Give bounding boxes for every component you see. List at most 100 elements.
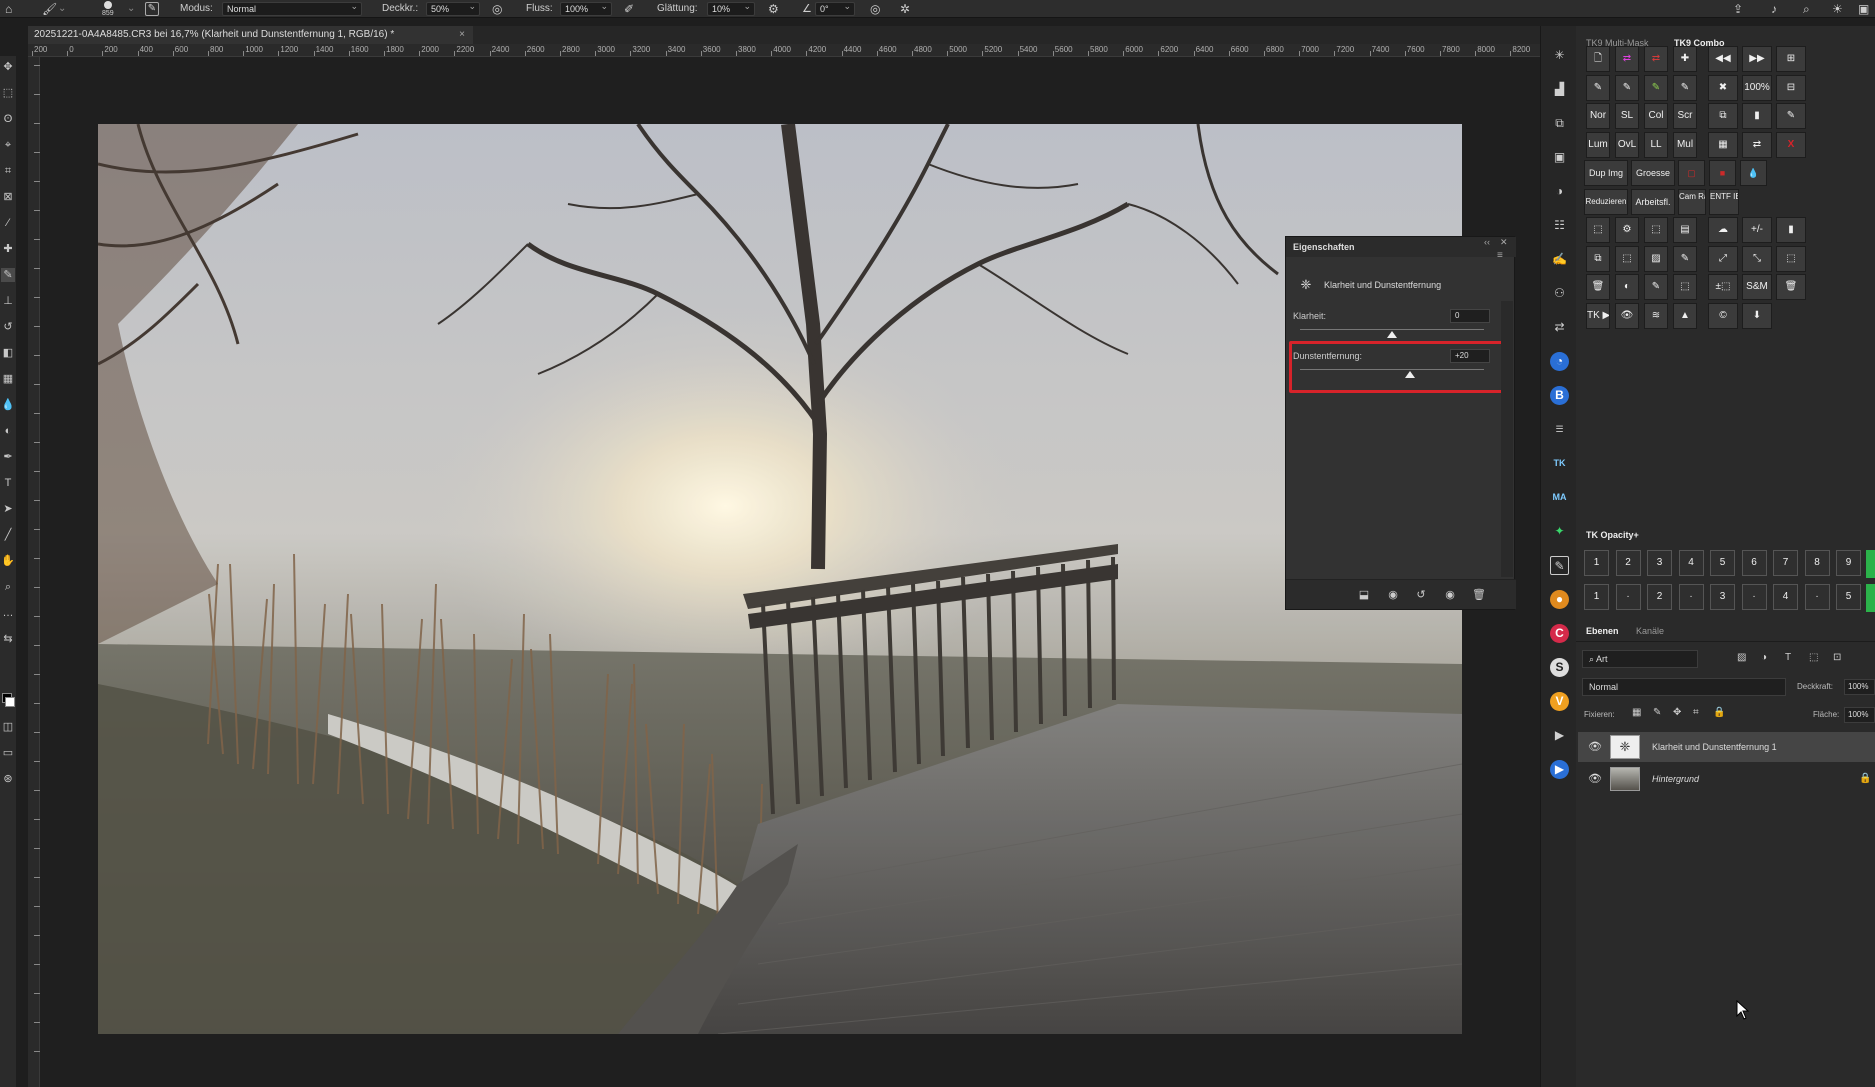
lock-all-icon[interactable]: 🔒 bbox=[1713, 707, 1725, 718]
tk9-stack-icon[interactable]: ☰ bbox=[1550, 420, 1569, 439]
opacity-preset-button[interactable]: 8 bbox=[1804, 550, 1830, 576]
tk9-button[interactable]: X bbox=[1776, 131, 1806, 158]
lock-artboard-icon[interactable]: ⌗ bbox=[1693, 707, 1699, 718]
tab-layers[interactable]: Ebenen bbox=[1586, 626, 1619, 636]
tk9-button[interactable]: ◀◀ bbox=[1708, 46, 1738, 72]
tk9-button[interactable]: ▮ bbox=[1742, 103, 1772, 129]
opacity-preset-button[interactable]: 6 bbox=[1741, 550, 1767, 576]
play-icon[interactable]: ▶ bbox=[1550, 726, 1569, 745]
chevron-down-icon[interactable]: ⌄ bbox=[58, 0, 66, 18]
tk9-button[interactable]: ⬚ bbox=[1644, 217, 1668, 243]
tk9-ma-icon[interactable]: MA bbox=[1550, 488, 1569, 507]
symmetry-icon[interactable]: ✲ bbox=[900, 0, 910, 18]
tk9-button[interactable]: 🗋 bbox=[1586, 46, 1610, 72]
pressure-size-icon[interactable]: ◎ bbox=[870, 0, 880, 18]
eraser-tool-icon[interactable]: ◧ bbox=[1, 346, 15, 360]
tk9-button[interactable]: © bbox=[1708, 302, 1738, 329]
type-tool-icon[interactable]: T bbox=[1, 476, 15, 490]
tk9-button[interactable]: ≋ bbox=[1644, 302, 1668, 329]
move-tool-icon[interactable]: ✥ bbox=[1, 60, 15, 74]
tk9-button[interactable]: Groesse bbox=[1631, 160, 1675, 186]
tk9-button[interactable]: Nor bbox=[1586, 103, 1610, 129]
smoothing-select[interactable]: 10% bbox=[707, 0, 755, 16]
opacity-preset-button[interactable]: 7 bbox=[1773, 550, 1798, 576]
opacity-preset-button[interactable]: 4 bbox=[1678, 550, 1704, 576]
airbrush-icon[interactable]: ✐ bbox=[624, 0, 634, 18]
view-previous-icon[interactable]: ◉ bbox=[1385, 588, 1401, 602]
tk9-button[interactable]: ⇄ bbox=[1742, 131, 1772, 158]
clarity-slider[interactable] bbox=[1300, 329, 1484, 330]
filter-shape-icon[interactable]: ⬚ bbox=[1809, 652, 1818, 663]
plugin-o-icon[interactable]: ● bbox=[1550, 590, 1569, 609]
hand-tool-icon[interactable]: ✋ bbox=[1, 554, 15, 568]
filter-adjustment-icon[interactable]: ◑ bbox=[1761, 652, 1767, 663]
document-tab[interactable]: 20251221-0A4A8485.CR3 bei 16,7% (Klarhei… bbox=[28, 26, 473, 44]
opacity-preset-button[interactable]: 3 bbox=[1710, 584, 1735, 610]
panel-menu-icon[interactable]: ≡ bbox=[1497, 250, 1503, 261]
opacity-preset-button[interactable]: 5 bbox=[1836, 584, 1861, 610]
layer-row[interactable]: 👁 ❈ Klarheit und Dunstentfernung 1 bbox=[1578, 732, 1875, 762]
zoom-tool-icon[interactable]: ⌕ bbox=[1, 580, 15, 594]
tk9-button[interactable]: ⧉ bbox=[1708, 103, 1738, 129]
tk9-button[interactable]: LL bbox=[1644, 131, 1668, 158]
clarity-value[interactable]: 0 bbox=[1450, 309, 1490, 323]
collapse-icon[interactable]: ‹‹ bbox=[1484, 237, 1490, 247]
eye-icon[interactable]: 👁 bbox=[1588, 764, 1602, 794]
opacity-select[interactable]: 50% bbox=[426, 0, 480, 16]
tk9-button[interactable]: S&M bbox=[1742, 274, 1772, 300]
swap-colors-icon[interactable]: ⇆ bbox=[1, 632, 15, 646]
tk9-button[interactable]: 🗑 bbox=[1776, 274, 1806, 300]
brushes-icon[interactable]: ✍ bbox=[1550, 250, 1569, 269]
tk9-button[interactable]: ⤡ bbox=[1742, 245, 1772, 272]
tk9-button[interactable]: 👁 bbox=[1615, 302, 1639, 329]
layer-name[interactable]: Klarheit und Dunstentfernung 1 bbox=[1652, 732, 1777, 762]
opacity-preset-button[interactable]: 9 bbox=[1836, 550, 1861, 576]
tk9-button[interactable]: ✎ bbox=[1776, 103, 1806, 129]
plugin-b-icon[interactable]: B bbox=[1550, 386, 1569, 405]
opacity-preset-button[interactable]: · bbox=[1804, 584, 1830, 610]
tk9-button[interactable]: Col bbox=[1644, 103, 1668, 129]
properties-icon[interactable]: ☷ bbox=[1550, 216, 1569, 235]
lasso-tool-icon[interactable]: ʘ bbox=[1, 112, 15, 126]
opacity-preset-button[interactable]: 1 bbox=[1584, 550, 1609, 576]
stamp-tool-icon[interactable]: ⊥ bbox=[1, 294, 15, 308]
brush-tool-icon[interactable]: ✎ bbox=[1, 268, 15, 282]
tk9-button[interactable]: ⬚ bbox=[1586, 217, 1610, 243]
share-icon[interactable]: ⇪ bbox=[1733, 0, 1743, 18]
properties-scrollbar[interactable] bbox=[1501, 301, 1513, 577]
actions-icon[interactable]: ⇄ bbox=[1550, 318, 1569, 337]
visibility-icon[interactable]: ◉ bbox=[1442, 588, 1458, 602]
tk9-button[interactable]: OvL bbox=[1615, 131, 1639, 158]
tk9-button[interactable]: ⊟ bbox=[1776, 74, 1806, 101]
tk9-button[interactable]: ■ bbox=[1709, 160, 1736, 186]
tk9-button[interactable]: TK ▶ bbox=[1586, 302, 1610, 329]
eyedropper-tool-icon[interactable]: ⁄ bbox=[1, 216, 15, 230]
tk9-button[interactable]: +/- bbox=[1742, 217, 1772, 243]
tk9-button[interactable]: ⬚ bbox=[1615, 245, 1639, 272]
tk9-button[interactable]: 💧 bbox=[1740, 160, 1767, 186]
filter-type-icon[interactable]: T bbox=[1785, 652, 1791, 663]
plugin-s-icon[interactable]: S bbox=[1550, 658, 1569, 677]
tk9-button[interactable]: ⇄ bbox=[1615, 46, 1639, 72]
filter-image-icon[interactable]: ▨ bbox=[1737, 652, 1746, 663]
tk9-button[interactable]: SL bbox=[1615, 103, 1639, 129]
opacity-preset-button[interactable]: 4 bbox=[1773, 584, 1798, 610]
tk9-button[interactable]: ▦ bbox=[1708, 131, 1738, 158]
tk9-button[interactable]: Dup Img bbox=[1584, 160, 1628, 186]
tk9-button[interactable]: ⬇ bbox=[1742, 302, 1772, 329]
tk9-button[interactable]: ☁ bbox=[1708, 217, 1738, 243]
lock-transparent-icon[interactable]: ▦ bbox=[1632, 707, 1641, 718]
quick-select-tool-icon[interactable]: ⌖ bbox=[1, 138, 15, 152]
clone-source-icon[interactable]: ⚇ bbox=[1550, 284, 1569, 303]
plugin-v-icon[interactable]: V bbox=[1550, 692, 1569, 711]
tk9-button[interactable]: Cam Raw bbox=[1678, 188, 1706, 215]
tk9-button[interactable]: Arbeitsfl. bbox=[1631, 188, 1675, 215]
plugin-red-c-icon[interactable]: C bbox=[1550, 624, 1569, 643]
tk9-button[interactable]: ⊞ bbox=[1776, 46, 1806, 72]
line-tool-icon[interactable]: ╱ bbox=[1, 528, 15, 542]
tk9-button[interactable]: ▨ bbox=[1644, 245, 1668, 272]
more-tools-icon[interactable]: … bbox=[1, 606, 15, 620]
gradients-icon[interactable]: ▣ bbox=[1550, 148, 1569, 167]
tk9-button[interactable]: ⬚ bbox=[1673, 274, 1697, 300]
blend-mode-select[interactable]: Normal bbox=[1582, 678, 1786, 696]
